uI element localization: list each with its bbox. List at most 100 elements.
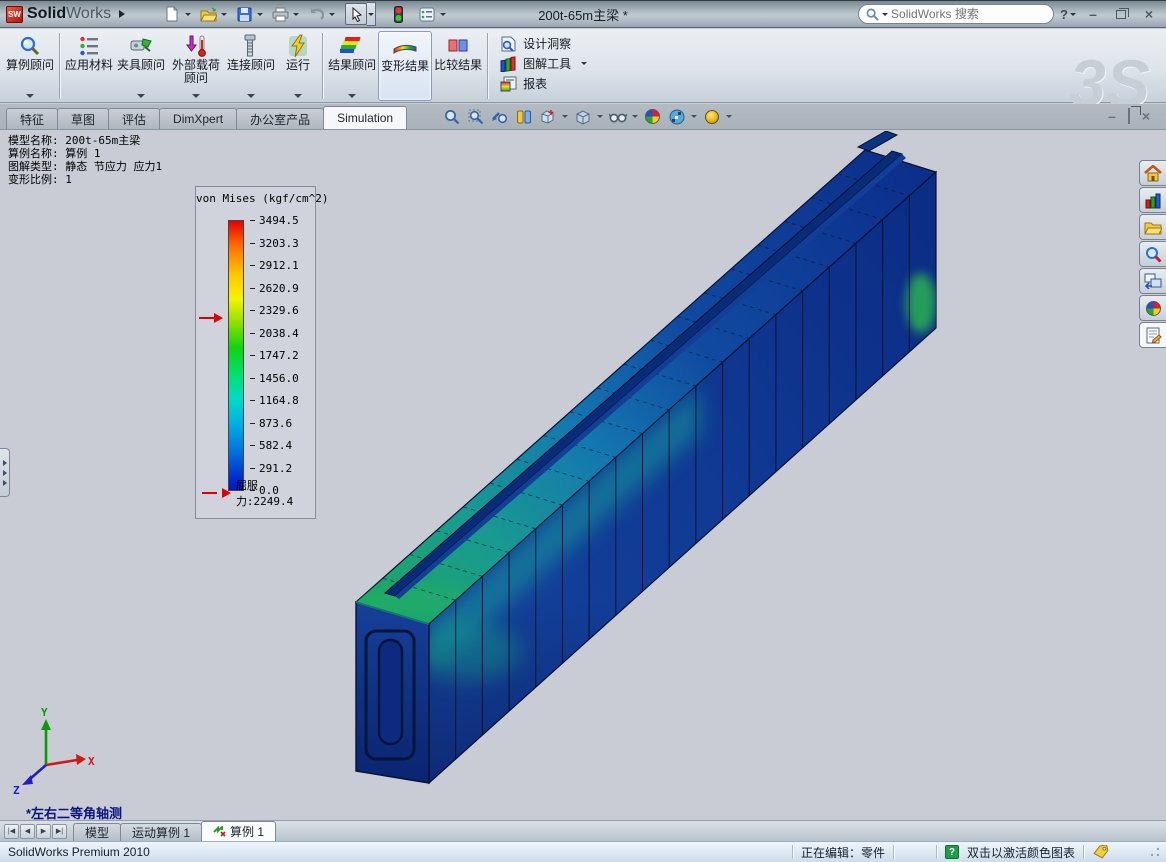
dropdown-arrow-icon[interactable] [26, 94, 34, 98]
search-box[interactable] [858, 4, 1054, 24]
minimize-button[interactable]: – [1082, 5, 1104, 23]
last-tab-button[interactable]: ▶| [52, 824, 67, 839]
taskpane-view-palette-button[interactable] [1139, 268, 1166, 294]
zoom-to-fit-button[interactable] [442, 107, 461, 126]
tab-study-1[interactable]: 算例 1 [201, 821, 276, 841]
help-dropdown[interactable] [1070, 13, 1076, 16]
tab-sketch[interactable]: 草图 [57, 108, 109, 129]
undo-button[interactable] [305, 3, 327, 25]
hide-show-items-dropdown[interactable] [632, 115, 638, 118]
tab-evaluate[interactable]: 评估 [108, 108, 160, 129]
apply-scene-dropdown[interactable] [691, 115, 697, 118]
plot-tools-dropdown[interactable] [581, 62, 587, 65]
yield-strength-label: 屈服力:2249.4 [236, 477, 315, 509]
taskpane-file-explorer-button[interactable] [1139, 214, 1166, 240]
options-dropdown[interactable] [438, 3, 447, 25]
help-button[interactable]: ? [1060, 7, 1076, 22]
close-button[interactable]: × [1138, 5, 1160, 23]
tag-icon[interactable] [1092, 845, 1110, 859]
view-settings-dropdown[interactable] [726, 115, 732, 118]
ribbon-button-connections-advisor[interactable]: 连接顾问 [225, 31, 277, 101]
open-dropdown[interactable] [219, 3, 228, 25]
zoom-to-area-button[interactable] [466, 107, 485, 126]
interference-check-button[interactable] [387, 3, 409, 25]
ribbon-button-label: 算例顾问 [6, 59, 54, 72]
view-settings-button[interactable] [702, 107, 721, 126]
tab-model[interactable]: 模型 [73, 823, 121, 841]
triad-z-label: Z [13, 784, 20, 797]
beam-model[interactable]: Y X Z [0, 131, 1166, 820]
open-button[interactable] [197, 3, 219, 25]
previous-tab-button[interactable]: ◀ [20, 824, 35, 839]
ribbon-button-run[interactable]: 运行 [277, 31, 319, 101]
display-style-button[interactable] [573, 107, 592, 126]
print-icon [272, 7, 289, 22]
ribbon-button-deformed-result[interactable]: 变形结果 [378, 31, 432, 101]
edit-appearance-button[interactable] [643, 107, 662, 126]
plot-tools-button[interactable]: 图解工具 [499, 55, 587, 72]
view-orientation-dropdown[interactable] [562, 115, 568, 118]
dropdown-arrow-icon[interactable] [137, 94, 145, 98]
doc-minimize-button[interactable]: – [1108, 109, 1116, 123]
beam-front-slot [379, 640, 402, 744]
ribbon-button-apply-material[interactable]: 应用材料 [63, 31, 115, 101]
ribbon-button-compare-results[interactable]: 比较结果 [432, 31, 484, 101]
section-view-button[interactable] [514, 107, 533, 126]
select-tool-dropdown[interactable] [367, 2, 376, 26]
tab-office-products[interactable]: 办公室产品 [236, 108, 324, 129]
undo-dropdown[interactable] [327, 3, 336, 25]
ribbon-button-external-loads-advisor[interactable]: 外部载荷顾问 [167, 31, 225, 101]
ribbon-button-results-advisor[interactable]: 结果顾问 [326, 31, 378, 101]
ribbon-button-fixtures-advisor[interactable]: 夹具顾问 [115, 31, 167, 101]
save-dropdown[interactable] [255, 3, 264, 25]
dropdown-arrow-icon[interactable] [348, 94, 356, 98]
taskpane-appearances-button[interactable] [1139, 295, 1166, 321]
tab-simulation[interactable]: Simulation [323, 106, 407, 129]
apply-scene-button[interactable] [667, 107, 686, 126]
previous-view-button[interactable] [490, 107, 509, 126]
legend-value: 3494.5 [250, 214, 299, 227]
taskpane-design-library-button[interactable] [1139, 187, 1166, 213]
dropdown-arrow-icon[interactable] [294, 94, 302, 98]
taskpane-search-button[interactable] [1139, 241, 1166, 267]
new-document-dropdown[interactable] [183, 3, 192, 25]
reference-triad: Y X Z [13, 706, 95, 797]
design-insight-button[interactable]: 设计洞察 [499, 35, 587, 52]
select-tool-button[interactable] [345, 3, 367, 25]
display-style-dropdown[interactable] [597, 115, 603, 118]
options-button[interactable] [416, 3, 438, 25]
save-button[interactable] [233, 3, 255, 25]
sw-cube-icon: SW [6, 6, 23, 23]
logo-text: SolidWorks [27, 5, 111, 23]
new-document-button[interactable] [161, 3, 183, 25]
legend-colorbar [228, 220, 244, 491]
view-orientation-button[interactable] [538, 107, 557, 126]
maximize-button[interactable] [1110, 5, 1132, 23]
dropdown-arrow-icon[interactable] [247, 94, 255, 98]
doc-close-button[interactable]: × [1142, 109, 1150, 123]
resize-grip[interactable] [1150, 847, 1160, 857]
search-input[interactable] [891, 7, 1021, 21]
taskpane-custom-properties-button[interactable] [1139, 322, 1166, 348]
print-dropdown[interactable] [291, 3, 300, 25]
first-tab-button[interactable]: |◀ [4, 824, 19, 839]
dropdown-arrow-icon[interactable] [192, 94, 200, 98]
feature-manager-collapsed-handle[interactable] [0, 448, 10, 497]
tab-motion-study-1[interactable]: 运动算例 1 [120, 823, 202, 841]
taskpane-resources-button[interactable] [1139, 160, 1166, 186]
tab-dimxpert[interactable]: DimXpert [159, 108, 237, 129]
hide-show-items-button[interactable] [608, 107, 627, 126]
print-button[interactable] [269, 3, 291, 25]
stress-legend[interactable]: von Mises (kgf/cm^2) 3494.5 3203.3 2912.… [195, 186, 316, 519]
solidworks-logo[interactable]: SW SolidWorks [6, 5, 111, 23]
next-tab-button[interactable]: ▶ [36, 824, 51, 839]
graphics-viewport[interactable]: Y X Z 模型名称: 200t-65m主梁 算例名称: 算例 1 图解类型: … [0, 131, 1166, 820]
search-scope-dropdown[interactable] [882, 13, 888, 16]
beam-rail-fin [858, 131, 897, 151]
ribbon-button-study-advisor[interactable]: 算例顾问 [4, 31, 56, 101]
report-button[interactable]: 报表 [499, 75, 587, 92]
quick-tip-help-icon[interactable]: ? [945, 845, 959, 859]
menu-expand-arrow-icon[interactable] [119, 10, 125, 18]
doc-restore-button[interactable] [1128, 109, 1130, 123]
tab-features[interactable]: 特征 [6, 108, 58, 129]
